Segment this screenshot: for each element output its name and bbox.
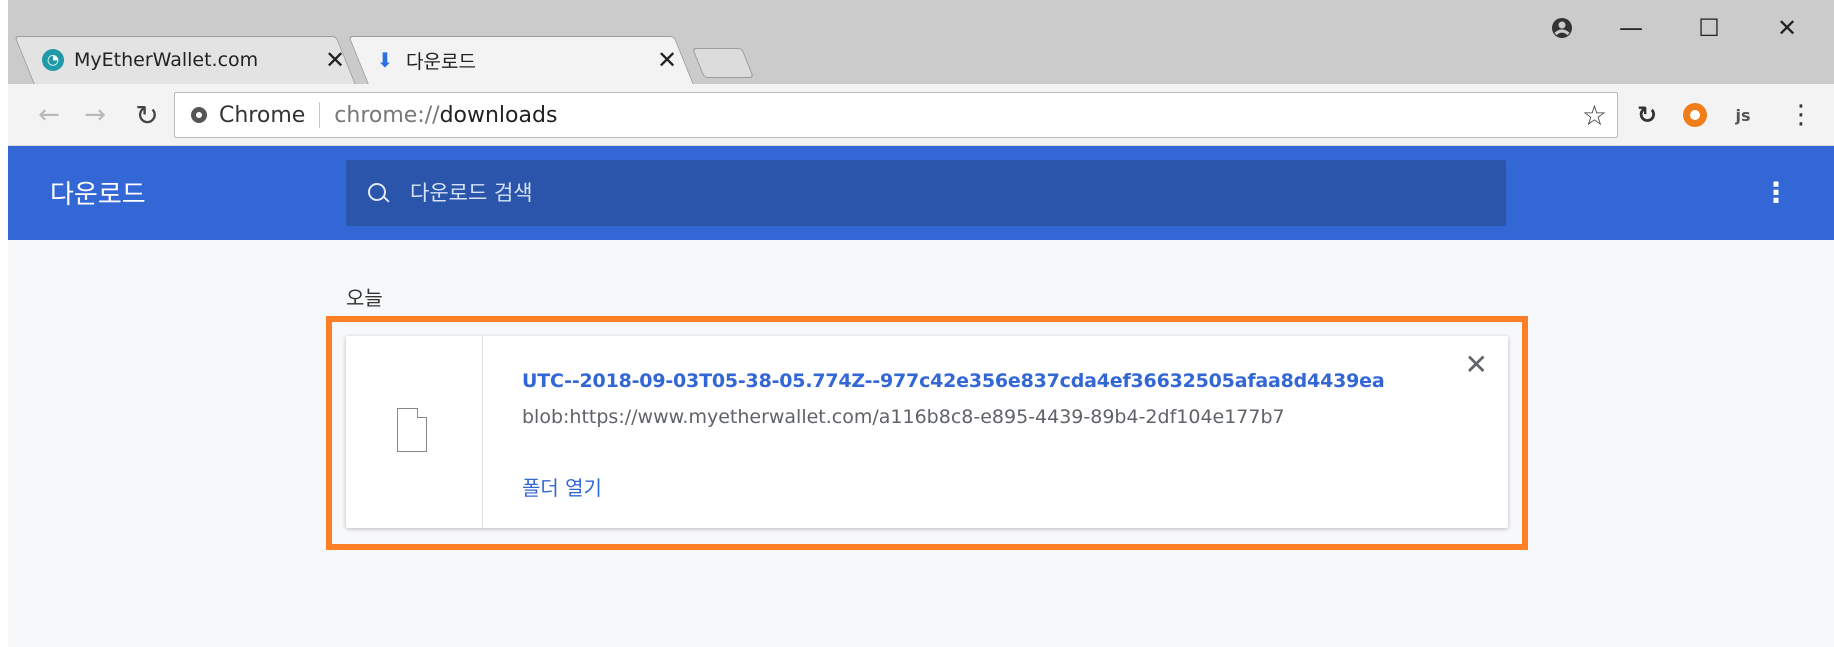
reload-icon[interactable]: ↻ <box>130 98 164 132</box>
new-tab-button[interactable] <box>691 48 755 78</box>
forward-arrow-icon[interactable]: → <box>78 98 112 132</box>
tab-downloads[interactable]: ⬇ 다운로드 ✕ <box>374 36 680 84</box>
sync-extension-icon[interactable]: ↻ <box>1632 100 1662 130</box>
file-icon-area <box>346 336 483 528</box>
remove-download-icon[interactable]: ✕ <box>1465 348 1488 381</box>
downloads-content: 오늘 UTC--2018-09-03T05-38-05.774Z--977c42… <box>8 240 1834 647</box>
download-file-name[interactable]: UTC--2018-09-03T05-38-05.774Z--977c42e35… <box>522 370 1385 392</box>
tab-strip: ◔ MyEtherWallet.com ✕ ⬇ 다운로드 ✕ — ☐ ✕ <box>8 0 1834 84</box>
url-path: downloads <box>439 102 558 128</box>
ublock-extension-icon[interactable] <box>1680 100 1710 130</box>
downloads-header: 다운로드 ⋮ <box>8 146 1834 240</box>
address-separator <box>319 102 321 128</box>
download-item: UTC--2018-09-03T05-38-05.774Z--977c42e35… <box>346 336 1508 528</box>
close-window-button[interactable]: ✕ <box>1748 0 1826 56</box>
url-scheme: chrome:// <box>334 102 440 128</box>
tab-title: 다운로드 <box>406 50 476 73</box>
tab-title: MyEtherWallet.com <box>74 49 259 71</box>
url-text[interactable]: chrome://downloads <box>334 103 557 128</box>
more-options-icon[interactable]: ⋮ <box>1762 176 1790 209</box>
search-icon <box>368 183 388 203</box>
maximize-button[interactable]: ☐ <box>1670 0 1748 56</box>
date-label: 오늘 <box>346 286 383 310</box>
window-controls: — ☐ ✕ <box>1532 0 1826 56</box>
file-icon <box>397 408 427 452</box>
profile-icon[interactable] <box>1532 0 1592 56</box>
tab-close-icon[interactable]: ✕ <box>322 46 348 74</box>
tab-myetherwallet[interactable]: ◔ MyEtherWallet.com ✕ <box>42 36 348 84</box>
download-source-url: blob:https://www.myetherwallet.com/a116b… <box>522 406 1285 428</box>
myetherwallet-icon: ◔ <box>42 49 64 71</box>
browser-toolbar: ← → ↻ Chrome chrome://downloads ☆ ↻ js ⋮ <box>8 84 1834 146</box>
download-icon: ⬇ <box>376 48 394 72</box>
tab-close-icon[interactable]: ✕ <box>654 46 680 74</box>
page-title: 다운로드 <box>50 180 146 210</box>
address-bar[interactable]: Chrome chrome://downloads ☆ <box>174 92 1618 138</box>
origin-chip: Chrome <box>219 102 306 128</box>
js-extension-icon[interactable]: js <box>1728 100 1758 130</box>
browser-menu-icon[interactable]: ⋮ <box>1786 100 1816 130</box>
minimize-button[interactable]: — <box>1592 0 1670 56</box>
open-folder-link[interactable]: 폴더 열기 <box>522 472 602 501</box>
browser-window: ◔ MyEtherWallet.com ✕ ⬇ 다운로드 ✕ — ☐ ✕ ← →… <box>8 0 1834 647</box>
search-input[interactable] <box>408 180 1412 206</box>
bookmark-star-icon[interactable]: ☆ <box>1582 99 1607 132</box>
chrome-icon <box>191 107 207 123</box>
back-arrow-icon[interactable]: ← <box>32 98 66 132</box>
search-bar[interactable] <box>346 160 1506 226</box>
